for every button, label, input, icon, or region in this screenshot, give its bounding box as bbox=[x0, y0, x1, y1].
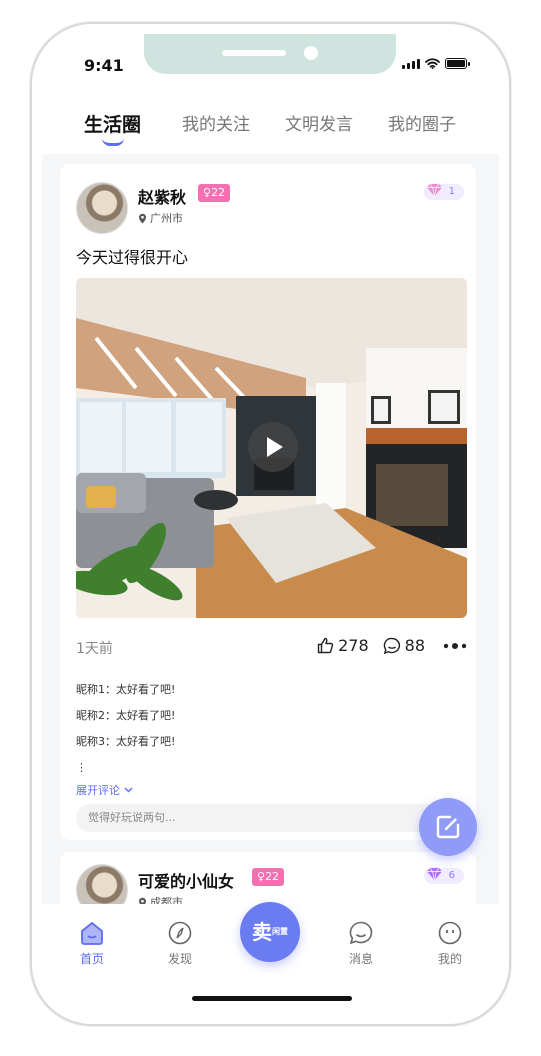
compass-icon bbox=[168, 921, 192, 945]
compose-button[interactable] bbox=[419, 798, 477, 856]
nav-discover[interactable]: 发现 bbox=[150, 920, 210, 967]
gem-icon bbox=[427, 867, 442, 881]
status-bar: 9:41 bbox=[42, 34, 499, 84]
chevron-down-icon bbox=[124, 787, 133, 793]
location-pin-icon bbox=[139, 213, 146, 223]
tab-indicator bbox=[102, 138, 124, 146]
level-badge: ♀22 bbox=[198, 184, 231, 202]
thumb-up-icon bbox=[317, 637, 334, 654]
nav-home[interactable]: 首页 bbox=[62, 920, 122, 967]
gem-badge[interactable]: 6 bbox=[424, 867, 464, 884]
post-username[interactable]: 赵紫秋 bbox=[138, 184, 186, 208]
comment-input[interactable]: 觉得好玩说两句... bbox=[76, 804, 467, 832]
home-icon bbox=[81, 921, 103, 945]
camera bbox=[304, 46, 318, 60]
wifi-icon bbox=[425, 58, 440, 69]
gem-icon bbox=[427, 183, 442, 197]
tab-civil-speech[interactable]: 文明发言 bbox=[285, 110, 353, 135]
like-button[interactable]: 278 bbox=[317, 636, 369, 655]
notch bbox=[144, 34, 396, 74]
post-location: 广州市 bbox=[138, 210, 183, 226]
more-dots-icon bbox=[443, 642, 467, 649]
level-badge: ♀22 bbox=[252, 868, 285, 886]
sell-label: 卖 bbox=[252, 920, 272, 944]
sell-button[interactable]: 卖闲置 bbox=[240, 902, 300, 962]
message-icon bbox=[349, 921, 373, 945]
speaker bbox=[222, 50, 286, 56]
comment-list: 昵称1：太好看了吧! 昵称2：太好看了吧! 昵称3：太好看了吧! ⋮ bbox=[76, 680, 175, 784]
nav-discover-label: 发现 bbox=[167, 952, 192, 966]
avatar[interactable] bbox=[76, 182, 128, 234]
tab-following[interactable]: 我的关注 bbox=[182, 110, 250, 135]
post-video[interactable] bbox=[76, 278, 467, 618]
edit-icon bbox=[436, 815, 460, 839]
gem-count: 1 bbox=[448, 186, 455, 197]
nav-home-label: 首页 bbox=[79, 952, 104, 966]
comment-item: 昵称1：太好看了吧! bbox=[76, 683, 176, 696]
profile-icon bbox=[438, 921, 462, 945]
post-stats: 278 88 bbox=[309, 636, 467, 655]
comment-button[interactable]: 88 bbox=[383, 636, 425, 655]
expand-comments-button[interactable]: 展开评论 bbox=[76, 782, 133, 798]
home-indicator bbox=[192, 996, 352, 1001]
tab-life-circle[interactable]: 生活圈 bbox=[84, 110, 141, 137]
signal-icon bbox=[402, 59, 420, 69]
nav-messages-label: 消息 bbox=[348, 952, 373, 966]
battery-icon bbox=[445, 58, 470, 69]
play-icon[interactable] bbox=[248, 422, 298, 472]
gem-badge[interactable]: 1 bbox=[424, 183, 464, 200]
comment-item: 昵称2：太好看了吧! bbox=[76, 709, 176, 722]
comment-more: ⋮ bbox=[76, 761, 87, 774]
post-time: 1天前 bbox=[76, 641, 113, 657]
nav-profile[interactable]: 我的 bbox=[420, 920, 480, 967]
tab-my-circle[interactable]: 我的圈子 bbox=[388, 110, 456, 135]
status-time: 9:41 bbox=[84, 56, 124, 75]
nav-profile-label: 我的 bbox=[437, 952, 462, 966]
comment-count: 88 bbox=[404, 636, 425, 655]
status-icons bbox=[402, 58, 470, 69]
level-value: 22 bbox=[211, 186, 226, 199]
comment-icon bbox=[383, 637, 400, 654]
bottom-nav: 首页 发现 卖闲置 消息 我的 bbox=[42, 902, 499, 1014]
like-count: 278 bbox=[338, 636, 369, 655]
nav-messages[interactable]: 消息 bbox=[331, 920, 391, 967]
level-value: 22 bbox=[265, 870, 280, 883]
sell-sub-label: 闲置 bbox=[272, 927, 288, 936]
gem-count: 6 bbox=[448, 870, 455, 881]
top-tabs: 生活圈 我的关注 文明发言 我的圈子 bbox=[42, 84, 499, 154]
location-text: 广州市 bbox=[150, 212, 183, 225]
app-screen: 9:41 生活圈 我的关注 文明发言 我的圈子 赵紫秋 ♀22 广州市 1 今天… bbox=[42, 34, 499, 1014]
expand-comments-label: 展开评论 bbox=[76, 784, 120, 797]
post-text: 今天过得很开心 bbox=[76, 248, 189, 267]
post-meta: 1天前 278 88 bbox=[76, 636, 467, 660]
post-username[interactable]: 可爱的小仙女 bbox=[138, 868, 234, 892]
comment-item: 昵称3：太好看了吧! bbox=[76, 735, 176, 748]
more-button[interactable] bbox=[443, 642, 467, 650]
post-card: 赵紫秋 ♀22 广州市 1 今天过得很开心 1天前 278 88 昵称1：太好看… bbox=[60, 164, 476, 840]
